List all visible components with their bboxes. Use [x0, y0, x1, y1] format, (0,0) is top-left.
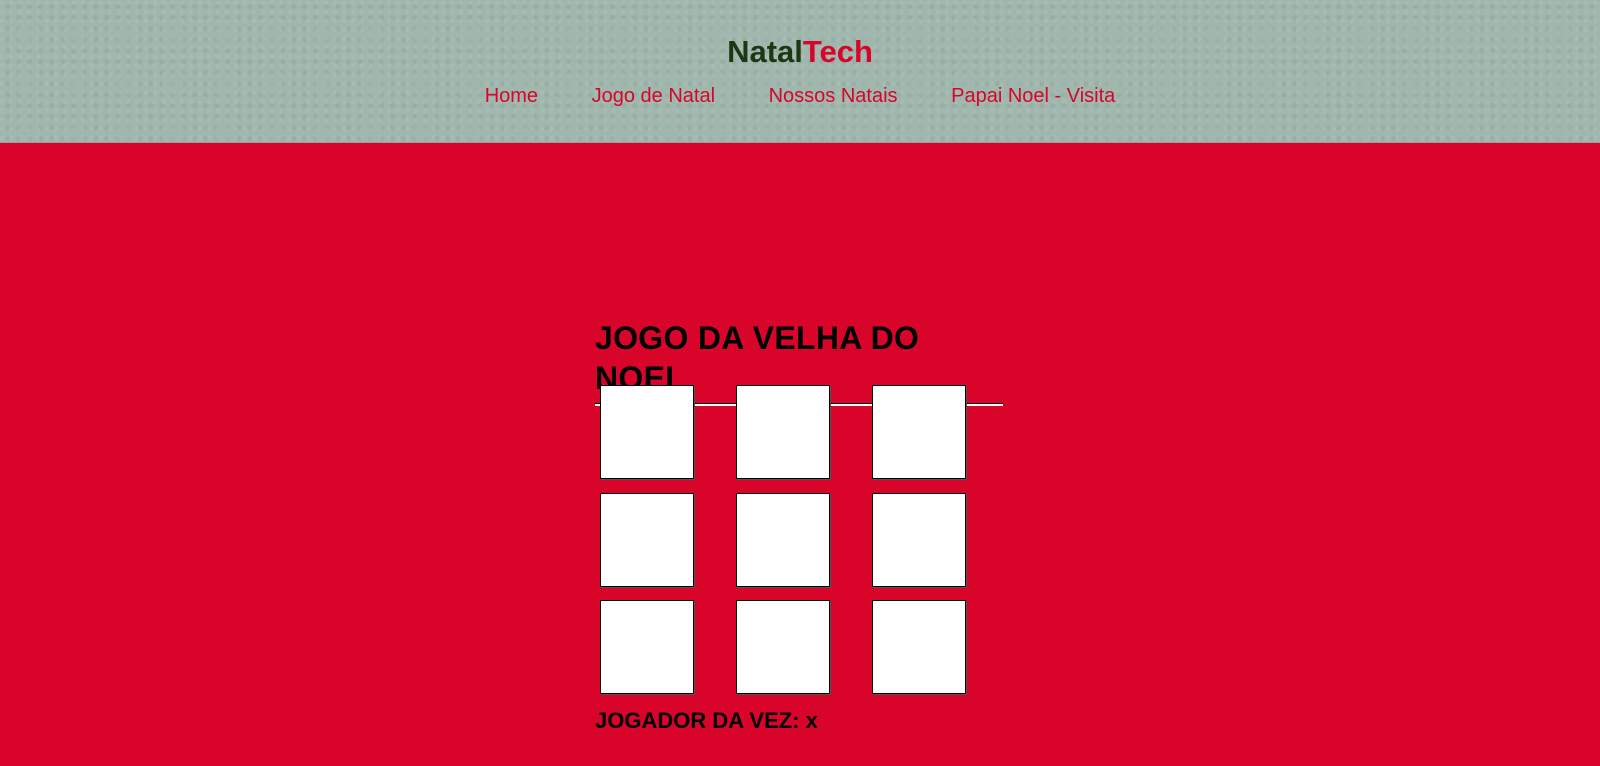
board-cell-5[interactable]	[736, 493, 830, 587]
site-header: NatalTech Home Jogo de Natal Nossos Nata…	[0, 0, 1600, 143]
board-cell-9[interactable]	[872, 600, 966, 694]
nav-link-nossos-natais[interactable]: Nossos Natais	[769, 84, 898, 108]
board-cell-6[interactable]	[872, 493, 966, 587]
tic-tac-toe-game: JOGO DA VELHA DO NOEL JOGADOR DA VEZ: x	[595, 318, 1005, 733]
nav-link-papai-noel-visita[interactable]: Papai Noel - Visita	[951, 84, 1115, 108]
turn-label: JOGADOR DA VEZ:	[595, 708, 800, 733]
nav-link-home[interactable]: Home	[485, 84, 538, 108]
current-player-value: x	[805, 708, 818, 733]
nav-link-jogo-de-natal[interactable]: Jogo de Natal	[592, 84, 715, 108]
board-cell-7[interactable]	[600, 600, 694, 694]
board-cell-1[interactable]	[600, 385, 694, 479]
brand-name-tech: Tech	[802, 34, 873, 69]
brand-name-natal: Natal	[727, 34, 803, 69]
current-player-status: JOGADOR DA VEZ: x	[595, 708, 818, 734]
brand-logo[interactable]: NatalTech	[0, 32, 1600, 72]
board-cell-4[interactable]	[600, 493, 694, 587]
board-cell-3[interactable]	[872, 385, 966, 479]
board-cell-2[interactable]	[736, 385, 830, 479]
board-cell-8[interactable]	[736, 600, 830, 694]
main-nav: Home Jogo de Natal Nossos Natais Papai N…	[0, 84, 1600, 108]
